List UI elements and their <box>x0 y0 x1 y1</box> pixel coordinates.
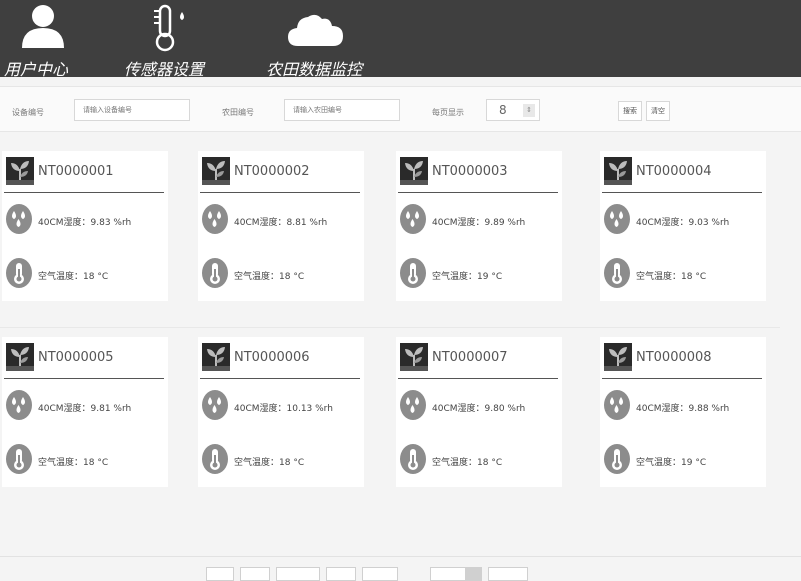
soil-humidity-reading: 40CM湿度：10.13 %rh <box>234 404 333 414</box>
soil-humidity-reading: 40CM湿度：8.81 %rh <box>234 218 328 228</box>
nav-user-center-label: 用户中心 <box>4 60 69 79</box>
search-button[interactable]: 搜索 <box>618 101 642 121</box>
device-card[interactable]: NT0000002 40CM湿度：8.81 %rh 空气温度：18 °C <box>198 151 364 301</box>
thermometer-icon <box>202 258 228 288</box>
thermometer-icon <box>400 258 426 288</box>
device-card[interactable]: NT0000008 40CM湿度：9.88 %rh 空气温度：19 °C <box>600 337 766 487</box>
air-temperature-reading: 空气温度：19 °C <box>432 272 503 282</box>
plant-icon <box>6 157 34 185</box>
farm-id-input[interactable] <box>284 99 400 121</box>
water-drops-icon <box>202 204 228 234</box>
plant-icon <box>604 343 632 371</box>
page-size-label: 每页显示 <box>432 108 464 117</box>
card-divider <box>4 378 164 379</box>
page-number-button[interactable] <box>276 567 320 581</box>
device-id: NT0000004 <box>636 164 712 179</box>
user-icon <box>22 5 64 48</box>
nav-sensor-settings-label: 传感器设置 <box>124 60 205 79</box>
card-divider <box>602 192 762 193</box>
air-temperature-reading: 空气温度：18 °C <box>234 458 305 468</box>
air-temperature-reading: 空气温度：18 °C <box>38 272 109 282</box>
page-go-button[interactable] <box>488 567 528 581</box>
device-card[interactable]: NT0000001 40CM湿度：9.83 %rh 空气温度：18 °C <box>2 151 168 301</box>
page-next-button[interactable] <box>326 567 356 581</box>
water-drops-icon <box>6 390 32 420</box>
plant-icon <box>604 157 632 185</box>
thermometer-icon <box>6 258 32 288</box>
page-size-value: 8 <box>499 103 507 117</box>
card-divider <box>200 192 360 193</box>
card-divider <box>398 192 558 193</box>
thermometer-icon <box>400 444 426 474</box>
plant-icon <box>400 157 428 185</box>
water-drops-icon <box>604 204 630 234</box>
card-divider <box>602 378 762 379</box>
water-drops-icon <box>400 390 426 420</box>
soil-humidity-reading: 40CM湿度：9.89 %rh <box>432 218 526 228</box>
page-jump-spinner[interactable] <box>466 567 482 581</box>
card-divider <box>398 378 558 379</box>
plant-icon <box>6 343 34 371</box>
farm-id-label: 农田编号 <box>222 108 254 117</box>
nav-sensor-settings[interactable]: 传感器设置 <box>124 4 224 79</box>
thermometer-icon <box>6 444 32 474</box>
device-id: NT0000008 <box>636 350 712 365</box>
device-id: NT0000002 <box>234 164 310 179</box>
soil-humidity-reading: 40CM湿度：9.83 %rh <box>38 218 132 228</box>
plant-icon <box>202 343 230 371</box>
water-drops-icon <box>400 204 426 234</box>
thermometer-icon <box>604 258 630 288</box>
water-drops-icon <box>604 390 630 420</box>
card-divider <box>4 192 164 193</box>
thermometer-icon <box>154 4 184 52</box>
device-card[interactable]: NT0000003 40CM湿度：9.89 %rh 空气温度：19 °C <box>396 151 562 301</box>
plant-icon <box>202 157 230 185</box>
device-card[interactable]: NT0000004 40CM湿度：9.03 %rh 空气温度：18 °C <box>600 151 766 301</box>
page-first-button[interactable] <box>206 567 234 581</box>
thermometer-icon <box>604 444 630 474</box>
page-size-select[interactable]: 8 ⇕ <box>486 99 540 121</box>
nav-farm-monitoring[interactable]: 农田数据监控 <box>266 4 386 79</box>
device-id: NT0000007 <box>432 350 508 365</box>
device-card[interactable]: NT0000006 40CM湿度：10.13 %rh 空气温度：18 °C <box>198 337 364 487</box>
air-temperature-reading: 空气温度：18 °C <box>38 458 109 468</box>
device-id: NT0000003 <box>432 164 508 179</box>
page-last-button[interactable] <box>362 567 398 581</box>
air-temperature-reading: 空气温度：18 °C <box>234 272 305 282</box>
soil-humidity-reading: 40CM湿度：9.03 %rh <box>636 218 730 228</box>
water-drops-icon <box>6 204 32 234</box>
device-card[interactable]: NT0000007 40CM湿度：9.80 %rh 空气温度：18 °C <box>396 337 562 487</box>
device-card[interactable]: NT0000005 40CM湿度：9.81 %rh 空气温度：18 °C <box>2 337 168 487</box>
thermometer-icon <box>202 444 228 474</box>
page-prev-button[interactable] <box>240 567 270 581</box>
top-navigation-bar: 用户中心 传感器设置 农田数据监控 <box>0 0 801 79</box>
plant-icon <box>400 343 428 371</box>
page-jump-input[interactable] <box>430 567 466 581</box>
device-id-label: 设备编号 <box>12 108 44 117</box>
device-id-input[interactable] <box>74 99 190 121</box>
device-id: NT0000001 <box>38 164 114 179</box>
row-divider <box>0 327 780 328</box>
air-temperature-reading: 空气温度：18 °C <box>432 458 503 468</box>
soil-humidity-reading: 40CM湿度：9.80 %rh <box>432 404 526 414</box>
nav-user-center[interactable]: 用户中心 <box>4 4 84 79</box>
pagination-divider <box>0 556 801 557</box>
device-id: NT0000005 <box>38 350 114 365</box>
card-divider <box>200 378 360 379</box>
clear-button[interactable]: 清空 <box>646 101 670 121</box>
soil-humidity-reading: 40CM湿度：9.88 %rh <box>636 404 730 414</box>
filter-bar: 设备编号 农田编号 每页显示 8 ⇕ 搜索 清空 <box>0 86 801 132</box>
air-temperature-reading: 空气温度：18 °C <box>636 272 707 282</box>
water-drops-icon <box>202 390 228 420</box>
cloud-icon <box>288 14 343 46</box>
spinner-arrows-icon[interactable]: ⇕ <box>523 104 535 117</box>
device-id: NT0000006 <box>234 350 310 365</box>
nav-farm-monitoring-label: 农田数据监控 <box>266 60 363 79</box>
air-temperature-reading: 空气温度：19 °C <box>636 458 707 468</box>
soil-humidity-reading: 40CM湿度：9.81 %rh <box>38 404 132 414</box>
